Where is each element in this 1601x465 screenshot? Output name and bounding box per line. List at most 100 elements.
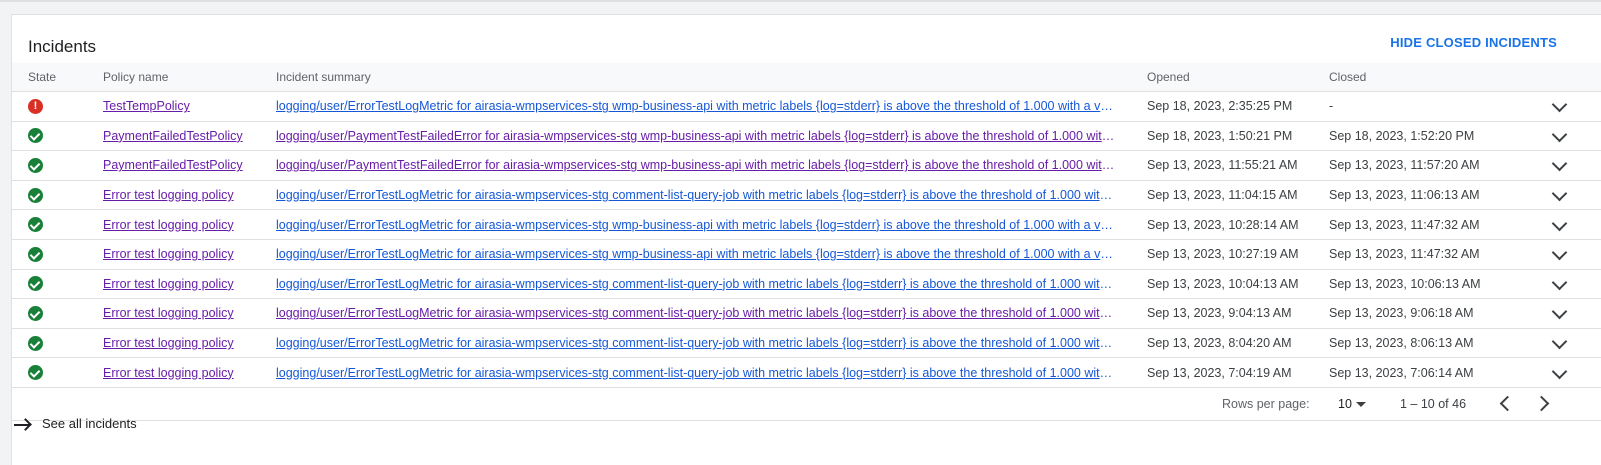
summary-cell: logging/user/PaymentTestFailedError for …	[276, 150, 1147, 181]
incident-summary-link[interactable]: logging/user/ErrorTestLogMetric for aira…	[276, 188, 1116, 202]
incidents-card: Incidents HIDE CLOSED INCIDENTS State Po…	[11, 14, 1601, 465]
chevron-down-icon[interactable]	[1551, 185, 1568, 202]
summary-cell: logging/user/PaymentTestFailedError for …	[276, 121, 1147, 152]
policy-cell: Error test logging policy	[103, 180, 276, 211]
incident-summary-link[interactable]: logging/user/ErrorTestLogMetric for aira…	[276, 336, 1116, 350]
state-cell	[12, 298, 103, 329]
expand-cell	[1511, 328, 1601, 359]
policy-link[interactable]: Error test logging policy	[103, 277, 234, 291]
opened-cell: Sep 13, 2023, 10:04:13 AM	[1147, 269, 1329, 300]
chevron-down-icon[interactable]	[1551, 304, 1568, 320]
column-header-closed[interactable]: Closed	[1329, 63, 1511, 92]
incident-summary-link[interactable]: logging/user/ErrorTestLogMetric for aira…	[276, 99, 1116, 113]
state-cell	[12, 328, 103, 359]
summary-cell: logging/user/ErrorTestLogMetric for aira…	[276, 209, 1147, 240]
incident-summary-link[interactable]: logging/user/PaymentTestFailedError for …	[276, 129, 1116, 143]
top-divider	[0, 0, 1601, 2]
table-row[interactable]: PaymentFailedTestPolicy logging/user/Paym…	[12, 121, 1601, 152]
policy-link[interactable]: Error test logging policy	[103, 218, 234, 232]
incident-summary-link[interactable]: logging/user/PaymentTestFailedError for …	[276, 158, 1116, 172]
state-cell	[12, 121, 103, 152]
incident-summary-link[interactable]: logging/user/ErrorTestLogMetric for aira…	[276, 218, 1116, 232]
column-header-state[interactable]: State	[12, 63, 103, 92]
opened-cell: Sep 13, 2023, 9:04:13 AM	[1147, 298, 1329, 329]
column-header-policy[interactable]: Policy name	[103, 63, 276, 92]
expand-cell	[1511, 357, 1601, 388]
table-row[interactable]: Error test logging policy logging/user/Er…	[12, 357, 1601, 388]
see-all-incidents-link[interactable]: See all incidents	[14, 416, 137, 431]
table-row[interactable]: Error test logging policy logging/user/Er…	[12, 239, 1601, 270]
policy-link[interactable]: Error test logging policy	[103, 366, 234, 380]
expand-cell	[1511, 269, 1601, 300]
state-cell: !	[12, 91, 103, 122]
incident-summary-link[interactable]: logging/user/ErrorTestLogMetric for aira…	[276, 366, 1116, 380]
policy-link[interactable]: PaymentFailedTestPolicy	[103, 158, 243, 172]
table-header-row: State Policy name Incident summary Opene…	[12, 63, 1601, 92]
table-row[interactable]: ! TestTempPolicy logging/user/ErrorTestLog…	[12, 91, 1601, 122]
table-row[interactable]: PaymentFailedTestPolicy logging/user/Paym…	[12, 150, 1601, 181]
chevron-down-icon[interactable]	[1551, 156, 1568, 172]
table-row[interactable]: Error test logging policy logging/user/Er…	[12, 328, 1601, 359]
chevron-down-icon[interactable]	[1551, 215, 1568, 231]
card-title: Incidents	[28, 37, 97, 56]
card-header: Incidents HIDE CLOSED INCIDENTS	[12, 15, 1601, 63]
table-row[interactable]: Error test logging policy logging/user/Er…	[12, 180, 1601, 211]
policy-cell: Error test logging policy	[103, 269, 276, 300]
expand-cell	[1511, 91, 1601, 122]
policy-link[interactable]: PaymentFailedTestPolicy	[103, 129, 243, 143]
check-circle-icon	[28, 306, 43, 322]
table-row[interactable]: Error test logging policy logging/user/Er…	[12, 269, 1601, 300]
pagination-range: 1 – 10 of 46	[1400, 396, 1467, 411]
state-cell	[12, 269, 103, 300]
policy-link[interactable]: Error test logging policy	[103, 306, 234, 320]
closed-cell: Sep 13, 2023, 7:06:14 AM	[1329, 357, 1511, 388]
column-header-summary[interactable]: Incident summary	[276, 63, 1147, 92]
incident-summary-link[interactable]: logging/user/ErrorTestLogMetric for aira…	[276, 277, 1116, 291]
chevron-down-icon[interactable]	[1551, 363, 1568, 379]
closed-cell: Sep 13, 2023, 11:47:32 AM	[1329, 239, 1511, 270]
summary-cell: logging/user/ErrorTestLogMetric for aira…	[276, 269, 1147, 300]
opened-cell: Sep 13, 2023, 10:28:14 AM	[1147, 209, 1329, 240]
policy-link[interactable]: Error test logging policy	[103, 336, 234, 350]
opened-cell: Sep 13, 2023, 7:04:19 AM	[1147, 357, 1329, 388]
table-row[interactable]: Error test logging policy logging/user/Er…	[12, 209, 1601, 240]
rows-per-page-select[interactable]: 10	[1338, 397, 1366, 411]
incidents-table: State Policy name Incident summary Opene…	[12, 63, 1601, 388]
dropdown-caret-icon	[1355, 402, 1366, 408]
incident-summary-link[interactable]: logging/user/ErrorTestLogMetric for aira…	[276, 306, 1116, 320]
policy-cell: PaymentFailedTestPolicy	[103, 121, 276, 152]
chevron-down-icon[interactable]	[1551, 244, 1568, 261]
chevron-left-icon[interactable]	[1499, 395, 1516, 412]
arrow-right-icon	[14, 419, 30, 431]
summary-cell: logging/user/ErrorTestLogMetric for aira…	[276, 357, 1147, 388]
state-cell	[12, 209, 103, 240]
policy-cell: PaymentFailedTestPolicy	[103, 150, 276, 181]
opened-cell: Sep 13, 2023, 10:27:19 AM	[1147, 239, 1329, 270]
policy-cell: Error test logging policy	[103, 209, 276, 240]
policy-cell: Error test logging policy	[103, 298, 276, 329]
incident-summary-link[interactable]: logging/user/ErrorTestLogMetric for aira…	[276, 247, 1116, 261]
policy-link[interactable]: Error test logging policy	[103, 188, 234, 202]
closed-cell: Sep 18, 2023, 1:52:20 PM	[1329, 121, 1511, 152]
policy-link[interactable]: TestTempPolicy	[103, 99, 190, 113]
hide-closed-incidents-button[interactable]: HIDE CLOSED INCIDENTS	[1390, 35, 1557, 50]
chevron-right-icon[interactable]	[1533, 395, 1550, 412]
check-circle-icon	[28, 276, 43, 292]
table-body: ! TestTempPolicy logging/user/ErrorTestLog…	[12, 91, 1601, 388]
chevron-down-icon[interactable]	[1551, 97, 1568, 113]
policy-link[interactable]: Error test logging policy	[103, 247, 234, 261]
closed-cell: -	[1329, 91, 1511, 122]
expand-cell	[1511, 121, 1601, 152]
chevron-down-icon[interactable]	[1551, 126, 1568, 143]
opened-cell: Sep 13, 2023, 11:04:15 AM	[1147, 180, 1329, 211]
opened-cell: Sep 13, 2023, 11:55:21 AM	[1147, 150, 1329, 181]
policy-cell: Error test logging policy	[103, 328, 276, 359]
column-header-opened[interactable]: Opened	[1147, 63, 1329, 92]
table-row[interactable]: Error test logging policy logging/user/Er…	[12, 298, 1601, 329]
check-circle-icon	[28, 217, 43, 233]
expand-cell	[1511, 180, 1601, 211]
chevron-down-icon[interactable]	[1551, 274, 1568, 291]
closed-cell: Sep 13, 2023, 8:06:13 AM	[1329, 328, 1511, 359]
rows-per-page-label: Rows per page:	[1222, 396, 1310, 411]
chevron-down-icon[interactable]	[1551, 333, 1568, 350]
